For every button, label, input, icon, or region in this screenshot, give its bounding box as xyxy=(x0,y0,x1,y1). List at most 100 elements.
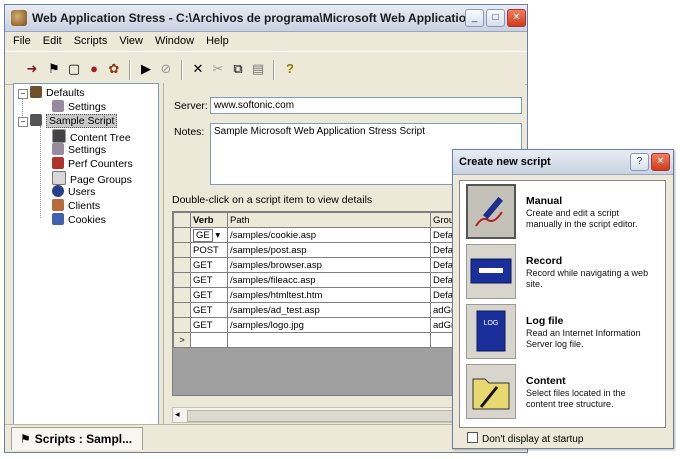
menu-file[interactable]: File xyxy=(5,32,35,47)
menu-view[interactable]: View xyxy=(111,32,147,47)
tree-item-content-tree[interactable]: Content Tree xyxy=(52,129,131,144)
content-button[interactable] xyxy=(466,364,516,419)
script-window-tab[interactable]: ⚑ Scripts : Sampl... xyxy=(11,427,144,450)
content-tree-icon xyxy=(52,129,66,143)
grid-corner xyxy=(173,212,191,228)
defaults-icon xyxy=(30,86,42,98)
verb-cell[interactable]: POST xyxy=(190,242,228,258)
tree-item-settings[interactable]: Settings xyxy=(52,143,106,157)
stop-icon[interactable]: ⊘ xyxy=(157,60,175,78)
server-input[interactable]: www.softonic.com xyxy=(210,97,522,114)
paste-icon[interactable]: ▤ xyxy=(249,60,267,78)
verb-cell[interactable]: GE ▾ xyxy=(190,227,228,243)
tree-item-sample-script[interactable]: Sample Script xyxy=(30,114,118,128)
row-header xyxy=(173,257,191,273)
tree-item-perf-counters[interactable]: Perf Counters xyxy=(52,157,133,171)
scrollbar-thumb[interactable] xyxy=(187,410,469,422)
maximize-button[interactable]: □ xyxy=(486,9,505,27)
dialog-title-bar[interactable]: Create new script ? ✕ xyxy=(453,150,673,175)
row-header xyxy=(173,317,191,333)
perf-counters-icon xyxy=(52,157,64,169)
tree-item-defaults-settings[interactable]: Settings xyxy=(52,100,106,114)
option-content[interactable]: Content Select files located in the cont… xyxy=(464,363,662,421)
log-icon: LOG xyxy=(476,310,506,352)
details-hint: Double-click on a script item to view de… xyxy=(172,194,373,206)
settings-icon xyxy=(52,100,64,112)
toolbar-separator xyxy=(181,60,183,80)
flag-icon[interactable]: ⚑ xyxy=(45,60,63,78)
path-cell[interactable] xyxy=(227,332,431,348)
scroll-left-icon[interactable]: ◂ xyxy=(175,409,180,420)
copy-icon[interactable]: ⧉ xyxy=(229,60,247,78)
tree-line xyxy=(40,126,41,218)
verb-cell[interactable]: GET xyxy=(190,317,228,333)
checkbox-box[interactable] xyxy=(467,432,478,443)
settings-icon[interactable]: ✿ xyxy=(105,60,123,78)
server-label: Server: xyxy=(174,100,208,112)
verb-cell[interactable]: GET xyxy=(190,257,228,273)
record-icon[interactable]: ● xyxy=(85,60,103,78)
row-header xyxy=(173,242,191,258)
new-icon[interactable]: ▢ xyxy=(65,60,83,78)
toolbar: ➜ ⚑ ▢ ● ✿ ▶ ⊘ ✕ ✂ ⧉ ▤ ? xyxy=(5,51,527,85)
tape-icon xyxy=(470,258,512,284)
record-button[interactable] xyxy=(466,244,516,299)
dialog-close-button[interactable]: ✕ xyxy=(651,153,670,171)
path-cell[interactable]: /samples/htmltest.htm xyxy=(227,287,431,303)
clients-icon xyxy=(52,199,64,211)
cut-icon[interactable]: ✂ xyxy=(209,60,227,78)
svg-text:LOG: LOG xyxy=(484,320,499,327)
menu-bar: File Edit Scripts View Window Help xyxy=(5,32,527,50)
column-header-path[interactable]: Path xyxy=(227,212,431,228)
row-header xyxy=(173,272,191,288)
help-icon[interactable]: ? xyxy=(281,60,299,78)
log-file-button[interactable]: LOG xyxy=(466,304,516,359)
tree-item-users[interactable]: Users xyxy=(52,185,95,199)
tree-expander[interactable]: − xyxy=(18,89,28,99)
menu-help[interactable]: Help xyxy=(198,32,233,47)
tree-item-defaults[interactable]: Defaults xyxy=(30,86,85,100)
verb-cell[interactable]: GET xyxy=(190,302,228,318)
option-log-file[interactable]: LOG Log file Read an Internet Informatio… xyxy=(464,303,662,361)
tree-item-page-groups[interactable]: Page Groups xyxy=(52,171,132,186)
close-button[interactable]: ✕ xyxy=(507,9,526,27)
tree-item-cookies[interactable]: Cookies xyxy=(52,213,106,227)
path-cell[interactable]: /samples/ad_test.asp xyxy=(227,302,431,318)
dialog-help-button[interactable]: ? xyxy=(630,153,649,171)
delete-icon[interactable]: ✕ xyxy=(189,60,207,78)
script-tree[interactable]: − Defaults Settings − Sample Script Cont… xyxy=(13,83,159,425)
menu-edit[interactable]: Edit xyxy=(35,32,66,47)
flag-icon: ⚑ xyxy=(20,432,31,446)
verb-cell[interactable] xyxy=(190,332,228,348)
tree-item-clients[interactable]: Clients xyxy=(52,199,100,213)
menu-window[interactable]: Window xyxy=(147,32,198,47)
path-cell[interactable]: /samples/fileacc.asp xyxy=(227,272,431,288)
notes-label: Notes: xyxy=(174,126,205,138)
dont-display-at-startup-checkbox[interactable]: Don't display at startup xyxy=(467,432,583,445)
main-window: Web Application Stress - C:\Archivos de … xyxy=(4,4,528,453)
option-manual[interactable]: Manual Create and edit a script manually… xyxy=(464,183,662,241)
minimize-button[interactable]: _ xyxy=(465,9,484,27)
manual-button[interactable] xyxy=(466,184,516,239)
path-cell[interactable]: /samples/logo.jpg xyxy=(227,317,431,333)
users-icon xyxy=(52,185,64,197)
chevron-down-icon[interactable]: ▾ xyxy=(215,230,220,241)
path-cell[interactable]: /samples/browser.asp xyxy=(227,257,431,273)
column-header-verb[interactable]: Verb xyxy=(190,212,228,228)
path-cell[interactable]: /samples/cookie.asp xyxy=(227,227,431,243)
app-icon xyxy=(11,10,27,26)
new-row-marker: > xyxy=(173,332,191,348)
verb-cell[interactable]: GET xyxy=(190,287,228,303)
tree-expander[interactable]: − xyxy=(18,117,28,127)
row-header xyxy=(173,302,191,318)
run-icon[interactable]: ➜ xyxy=(23,60,41,78)
status-bar: ⚑ Scripts : Sampl... xyxy=(5,424,527,452)
verb-cell[interactable]: GET xyxy=(190,272,228,288)
title-bar[interactable]: Web Application Stress - C:\Archivos de … xyxy=(5,5,527,32)
script-flag-icon xyxy=(30,114,42,126)
path-cell[interactable]: /samples/post.asp xyxy=(227,242,431,258)
menu-scripts[interactable]: Scripts xyxy=(66,32,112,47)
play-icon[interactable]: ▶ xyxy=(137,60,155,78)
option-record[interactable]: Record Record while navigating a web sit… xyxy=(464,243,662,301)
window-title: Web Application Stress - C:\Archivos de … xyxy=(32,11,477,25)
